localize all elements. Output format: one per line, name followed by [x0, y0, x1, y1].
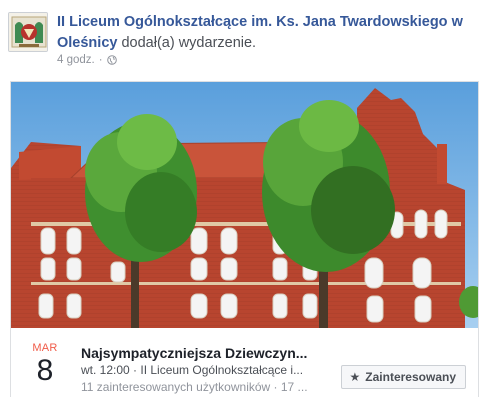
- event-info: MAR 8 Najsympatyczniejsza Dziewczyn... w…: [11, 328, 478, 397]
- page-avatar[interactable]: [8, 12, 48, 52]
- event-title-link[interactable]: Najsympatyczniejsza Dziewczyn...: [81, 344, 317, 362]
- post-action-text: dodał(a) wydarzenie.: [121, 35, 257, 51]
- event-date: MAR 8: [21, 342, 69, 387]
- event-interested-count[interactable]: 11 zainteresowanych użytkowników · 17 ..…: [81, 379, 317, 396]
- facebook-post: II Liceum Ogólnokształcące im. Ks. Jana …: [0, 0, 482, 397]
- event-card[interactable]: MAR 8 Najsympatyczniejsza Dziewczyn... w…: [10, 81, 479, 397]
- interested-button-label: Zainteresowany: [365, 370, 456, 384]
- page-name-link[interactable]: II Liceum Ogólnokształcące im. Ks. Jana …: [57, 14, 463, 51]
- post-header: II Liceum Ogólnokształcące im. Ks. Jana …: [8, 12, 474, 72]
- star-icon: ★: [349, 370, 361, 384]
- interested-button[interactable]: ★ Zainteresowany: [340, 365, 466, 389]
- event-day: 8: [36, 354, 54, 387]
- event-cover-photo[interactable]: [11, 82, 478, 328]
- post-meta: 4 godz. ·: [57, 54, 117, 66]
- post-timestamp[interactable]: 4 godz.: [57, 54, 95, 66]
- meta-separator: ·: [98, 54, 103, 66]
- event-details: Najsympatyczniejsza Dziewczyn... wt. 12:…: [81, 344, 317, 396]
- post-header-text: II Liceum Ogólnokształcące im. Ks. Jana …: [57, 12, 474, 54]
- event-time-place: wt. 12:00 · II Liceum Ogólnokształcące i…: [81, 363, 304, 377]
- globe-icon[interactable]: [106, 55, 117, 65]
